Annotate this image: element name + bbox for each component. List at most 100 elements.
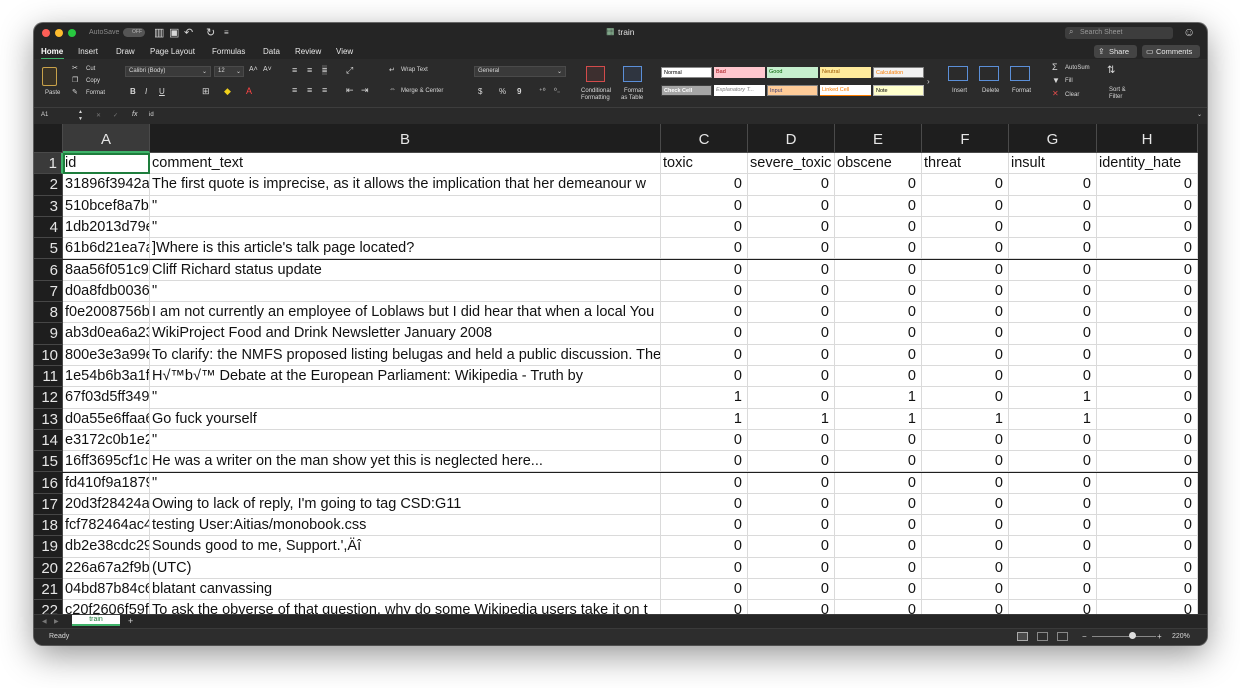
style-linked-cell[interactable]: Linked Cell (820, 85, 871, 96)
align-left-icon[interactable]: ≡ (292, 85, 297, 95)
row-header[interactable]: 20 (34, 557, 63, 579)
decrease-decimal-icon[interactable]: ⁰₋ (554, 87, 561, 95)
row-header[interactable]: 14 (34, 429, 63, 452)
align-top-icon[interactable]: ≡ (292, 65, 297, 75)
column-header-d[interactable]: D (748, 124, 835, 153)
column-header-b[interactable]: B (150, 124, 661, 153)
autosum-icon[interactable]: Σ (1052, 62, 1058, 72)
cell-value[interactable]: 0 (1009, 451, 1097, 473)
merge-center-icon[interactable]: ⇔ (389, 86, 396, 93)
autosum-label[interactable]: AutoSum (1065, 65, 1090, 71)
italic-button[interactable]: I (145, 87, 147, 96)
cell-value[interactable]: 0 (1097, 259, 1198, 281)
cell-value[interactable]: 0 (922, 259, 1009, 281)
cell-id[interactable]: 510bcef8a7b (63, 195, 150, 217)
cell-value[interactable]: 0 (835, 536, 922, 558)
cell-value[interactable]: 0 (1009, 557, 1097, 579)
cell-value[interactable]: 0 (748, 515, 835, 537)
cell-id[interactable]: 04bd87b84c6 (63, 579, 150, 601)
cell-value[interactable]: 0 (1097, 216, 1198, 239)
cell-value[interactable]: 0 (922, 536, 1009, 558)
zoom-window-button[interactable] (68, 29, 76, 37)
cell-value[interactable]: 0 (1009, 600, 1097, 614)
cell-value[interactable]: 0 (1097, 579, 1198, 601)
cell-comment-text[interactable]: He was a writer on the man show yet this… (150, 451, 661, 473)
cell-value[interactable]: 0 (1097, 366, 1198, 388)
cell-value[interactable]: 0 (661, 493, 748, 516)
cell-value[interactable]: 0 (748, 579, 835, 601)
format-as-table-label-2[interactable]: as Table (621, 95, 643, 101)
insert-cells-label[interactable]: Insert (952, 88, 967, 94)
cell-value[interactable]: 0 (748, 493, 835, 516)
vertical-scrollbar[interactable] (1198, 124, 1207, 614)
add-sheet-button[interactable]: + (128, 616, 133, 626)
currency-button[interactable]: $ (478, 87, 482, 96)
cell-value[interactable]: 0 (835, 472, 922, 494)
cell-value[interactable]: 0 (1097, 451, 1198, 473)
cell-value[interactable]: 0 (1009, 579, 1097, 601)
cell-value[interactable]: 0 (922, 344, 1009, 366)
sidebar-icon[interactable]: ▥ (154, 26, 164, 40)
prev-sheet-icon[interactable]: ◀ (42, 618, 47, 625)
cell-value[interactable]: toxic (661, 153, 748, 175)
style-bad[interactable]: Bad (714, 67, 765, 78)
style-explanatory[interactable]: Explanatory T... (714, 85, 765, 96)
cell-value[interactable]: 0 (835, 557, 922, 579)
cell-value[interactable]: severe_toxic (748, 153, 835, 175)
tab-view[interactable]: View (336, 47, 353, 56)
cell-value[interactable]: 0 (661, 238, 748, 260)
normal-view-icon[interactable] (1017, 632, 1028, 641)
cell-value[interactable]: 0 (1009, 429, 1097, 452)
expand-formula-icon[interactable]: ⌄ (1197, 111, 1202, 118)
cell-value[interactable]: 0 (1097, 174, 1198, 196)
number-format-select[interactable]: General ⌄ (474, 66, 566, 77)
cell-value[interactable]: 0 (661, 195, 748, 217)
cell-id[interactable]: 61b6d21ea7a (63, 238, 150, 260)
next-sheet-icon[interactable]: ▶ (54, 618, 59, 625)
cell-value[interactable]: 0 (661, 557, 748, 579)
comma-button[interactable]: 9 (517, 87, 521, 96)
clear-label[interactable]: Clear (1065, 92, 1079, 98)
delete-cells-icon[interactable] (979, 66, 999, 81)
cell-value[interactable]: 0 (1009, 174, 1097, 196)
zoom-out-button[interactable]: − (1082, 632, 1087, 641)
cell-comment-text[interactable]: I am not currently an employee of Loblaw… (150, 302, 661, 324)
cell-value[interactable]: 0 (661, 579, 748, 601)
cell-value[interactable]: 0 (835, 323, 922, 345)
fill-label[interactable]: Fill (1065, 78, 1073, 84)
cell-comment-text[interactable]: " (150, 195, 661, 217)
cell-value[interactable]: 0 (835, 493, 922, 516)
cell-value[interactable]: 0 (1097, 429, 1198, 452)
formula-input[interactable]: id (149, 112, 154, 118)
wrap-text-icon[interactable]: ↵ (389, 66, 395, 74)
row-header[interactable]: 21 (34, 579, 63, 601)
cell-value[interactable]: 0 (661, 323, 748, 345)
cell-comment-text[interactable]: The first quote is imprecise, as it allo… (150, 174, 661, 196)
cell-id[interactable]: ab3d0ea6a23 (63, 323, 150, 345)
fill-icon[interactable]: ▼ (1052, 76, 1060, 85)
page-layout-view-icon[interactable] (1037, 632, 1048, 641)
redo-icon[interactable]: ↻ (206, 26, 215, 40)
cell-id[interactable]: c20f2606f59f (63, 600, 150, 614)
cell-value[interactable]: 0 (1009, 366, 1097, 388)
cell-value[interactable]: 0 (835, 259, 922, 281)
cell-value[interactable]: 1 (835, 408, 922, 430)
copy-label[interactable]: Copy (86, 78, 100, 84)
tab-draw[interactable]: Draw (116, 47, 135, 56)
style-check-cell[interactable]: Check Cell (661, 85, 712, 96)
cell-value[interactable]: 0 (748, 195, 835, 217)
cell-id[interactable]: 226a67a2f9b (63, 557, 150, 579)
cell-comment-text[interactable]: (UTC) (150, 557, 661, 579)
cell-value[interactable]: 0 (922, 429, 1009, 452)
row-header[interactable]: 8 (34, 302, 63, 324)
cell-value[interactable]: 0 (748, 387, 835, 409)
row-header[interactable]: 19 (34, 536, 63, 558)
cell-value[interactable]: 0 (922, 195, 1009, 217)
zoom-level[interactable]: 220% (1172, 633, 1190, 640)
format-painter-label[interactable]: Format (86, 90, 105, 96)
cell-value[interactable]: 0 (748, 600, 835, 614)
format-painter-icon[interactable]: ✎ (72, 88, 78, 96)
increase-font-icon[interactable]: A˄ (249, 66, 258, 73)
cell-value[interactable]: 0 (1097, 387, 1198, 409)
cell-value[interactable]: 0 (835, 195, 922, 217)
